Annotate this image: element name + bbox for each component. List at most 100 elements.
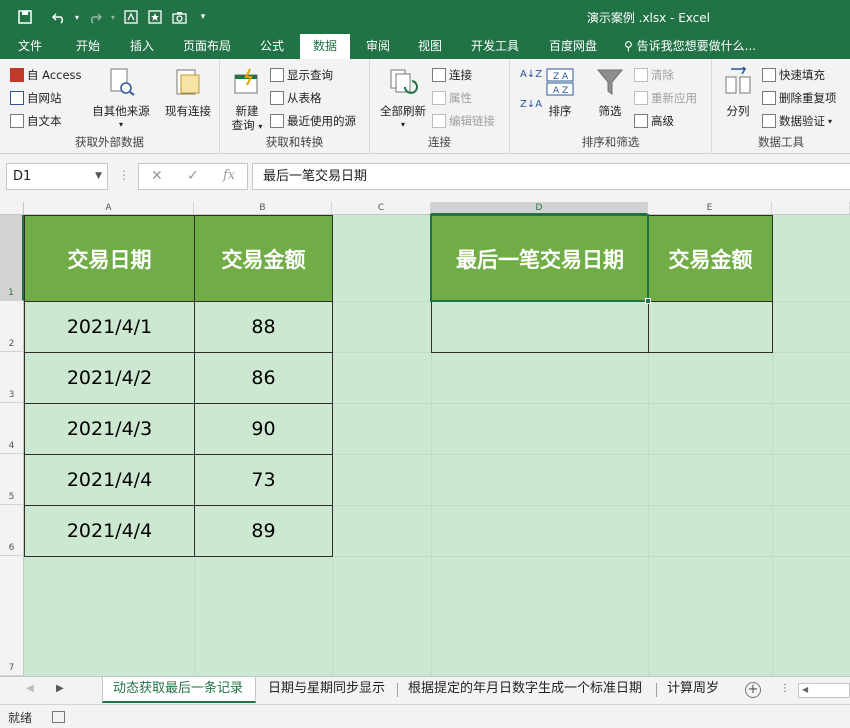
sheet-tab-1[interactable]: 动态获取最后一条记录 — [102, 677, 256, 703]
cell-b2[interactable]: 88 — [194, 301, 333, 353]
row-header-3[interactable]: 3 — [0, 352, 24, 403]
refresh-icon — [390, 69, 418, 94]
clear-filter-button[interactable]: 清除 — [634, 67, 674, 83]
formula-input[interactable]: 最后一笔交易日期 — [252, 163, 850, 190]
add-sheet-icon[interactable]: + — [745, 682, 761, 698]
link-icon — [432, 114, 446, 128]
cell-e2[interactable] — [648, 301, 773, 353]
properties-button[interactable]: 属性 — [432, 90, 472, 106]
from-table-button[interactable]: 从表格 — [270, 90, 322, 106]
scroll-left-icon[interactable]: ◀ — [802, 685, 808, 694]
fill-handle[interactable] — [645, 298, 651, 304]
advanced-filter-button[interactable]: 高级 — [634, 113, 674, 129]
confirm-icon[interactable]: ✓ — [187, 168, 199, 184]
cancel-icon[interactable]: ✕ — [151, 168, 163, 184]
connections-button[interactable]: 连接 — [432, 67, 472, 83]
row-header-2[interactable]: 2 — [0, 301, 24, 352]
tab-developer[interactable]: 开发工具 — [464, 34, 526, 59]
cell-b1[interactable]: 交易金额 — [194, 215, 333, 302]
cell-a5[interactable]: 2021/4/4 — [24, 454, 195, 506]
from-web-button[interactable]: 自网站 — [10, 90, 62, 106]
new-query-icon — [234, 68, 258, 94]
horizontal-scrollbar[interactable]: ◀ — [798, 683, 850, 698]
cell-a2[interactable]: 2021/4/1 — [24, 301, 195, 353]
column-header-f[interactable] — [772, 202, 850, 215]
sheet-tab-3[interactable]: 根据提定的年月日数字生成一个标准日期 — [398, 677, 654, 703]
worksheet-grid[interactable]: A B C D E 1 2 3 4 5 6 7 交易日期 交易金额 2021/4… — [0, 202, 850, 676]
from-access-button[interactable]: 自 Access — [10, 67, 82, 83]
reapply-button[interactable]: 重新应用 — [634, 90, 697, 106]
tab-baidu[interactable]: 百度网盘 — [542, 34, 604, 59]
flash-fill-button[interactable]: 快速填充 — [762, 67, 825, 83]
cell-a4[interactable]: 2021/4/3 — [24, 403, 195, 455]
cell-d1[interactable]: 最后一笔交易日期 — [431, 215, 649, 302]
filter-button[interactable]: 筛选 — [590, 67, 630, 118]
tab-file[interactable]: 文件 — [8, 34, 52, 59]
column-header-b[interactable]: B — [194, 202, 332, 215]
tab-view[interactable]: 视图 — [408, 34, 452, 59]
sort-ascending-icon[interactable]: A↓Z — [520, 69, 542, 80]
cell-e1[interactable]: 交易金额 — [648, 215, 773, 302]
group-get-transform: 新建 查询 ▾ 显示查询 从表格 最近使用的源 获取和转换 — [220, 59, 370, 154]
lightbulb-icon: ⚲ — [624, 39, 633, 53]
column-header-d[interactable]: D — [431, 202, 648, 215]
existing-connections-button[interactable]: 现有连接 — [162, 67, 214, 118]
recent-sources-button[interactable]: 最近使用的源 — [270, 113, 356, 129]
next-sheet-icon[interactable]: ▶ — [56, 683, 64, 694]
window-title: 演示案例 .xlsx - Excel — [586, 11, 710, 25]
grid-icon — [270, 91, 284, 105]
sort-button[interactable]: Z AA Z 排序 — [542, 67, 578, 118]
tab-home[interactable]: 开始 — [66, 34, 110, 59]
row-header-5[interactable]: 5 — [0, 454, 24, 505]
globe-icon — [10, 91, 24, 105]
select-all-corner[interactable] — [0, 202, 24, 215]
edit-links-button[interactable]: 编辑链接 — [432, 113, 495, 129]
cell-d2[interactable] — [431, 301, 649, 353]
tab-formulas[interactable]: 公式 — [250, 34, 294, 59]
tell-me-text: 告诉我您想要做什么... — [636, 39, 757, 53]
other-sources-button[interactable]: 自其他来源 ▾ — [90, 67, 152, 132]
column-header-a[interactable]: A — [24, 202, 194, 215]
cell-a3[interactable]: 2021/4/2 — [24, 352, 195, 404]
chevron-down-icon: ▾ — [400, 120, 405, 129]
reapply-icon — [634, 91, 648, 105]
text-to-columns-button[interactable]: 分列 — [718, 65, 758, 118]
cell-b5[interactable]: 73 — [194, 454, 333, 506]
cell-a1[interactable]: 交易日期 — [24, 215, 195, 302]
chevron-down-icon: ▾ — [258, 122, 263, 131]
tab-data[interactable]: 数据 — [300, 34, 350, 59]
row-header-7[interactable]: 7 — [0, 556, 24, 676]
tell-me-box[interactable]: ⚲ 告诉我您想要做什么... — [624, 34, 756, 59]
row-header-4[interactable]: 4 — [0, 403, 24, 454]
tab-page-layout[interactable]: 页面布局 — [176, 34, 238, 59]
row-header-6[interactable]: 6 — [0, 505, 24, 556]
data-validation-button[interactable]: 数据验证 ▾ — [762, 113, 832, 129]
tab-insert[interactable]: 插入 — [120, 34, 164, 59]
tab-review[interactable]: 审阅 — [356, 34, 400, 59]
chevron-down-icon: ▾ — [118, 120, 123, 129]
group-external-data: 自 Access 自网站 自文本 自其他来源 ▾ 现有连接 获取外部数据 — [0, 59, 220, 154]
macro-record-icon[interactable] — [52, 711, 65, 723]
column-header-e[interactable]: E — [648, 202, 772, 215]
column-header-c[interactable]: C — [332, 202, 431, 215]
show-queries-button[interactable]: 显示查询 — [270, 67, 333, 83]
cell-b4[interactable]: 90 — [194, 403, 333, 455]
cell-b6[interactable]: 89 — [194, 505, 333, 557]
sort-descending-icon[interactable]: Z↓A — [520, 99, 542, 110]
sheet-tab-4[interactable]: 计算周岁 — [657, 677, 733, 703]
new-query-button[interactable]: 新建 查询 ▾ — [226, 67, 268, 134]
cell-b3[interactable]: 86 — [194, 352, 333, 404]
connections-icon — [432, 68, 446, 82]
remove-duplicates-button[interactable]: 删除重复项 — [762, 90, 837, 106]
sheet-tab-2[interactable]: 日期与星期同步显示 — [258, 677, 394, 703]
more-options-icon[interactable]: ⋮ — [780, 683, 790, 694]
prev-sheet-icon[interactable]: ◀ — [26, 683, 34, 694]
function-icon[interactable]: fx — [223, 168, 235, 183]
from-text-button[interactable]: 自文本 — [10, 113, 62, 129]
cell-a6[interactable]: 2021/4/4 — [24, 505, 195, 557]
name-box[interactable]: D1 ▼ — [6, 163, 108, 190]
chevron-down-icon[interactable]: ▼ — [95, 164, 102, 189]
title-bar: ▾ ▾ ▾ 演示案例 .xlsx - Excel — [0, 0, 850, 34]
row-header-1[interactable]: 1 — [0, 215, 24, 301]
refresh-all-button[interactable]: 全部刷新 ▾ — [376, 67, 430, 132]
